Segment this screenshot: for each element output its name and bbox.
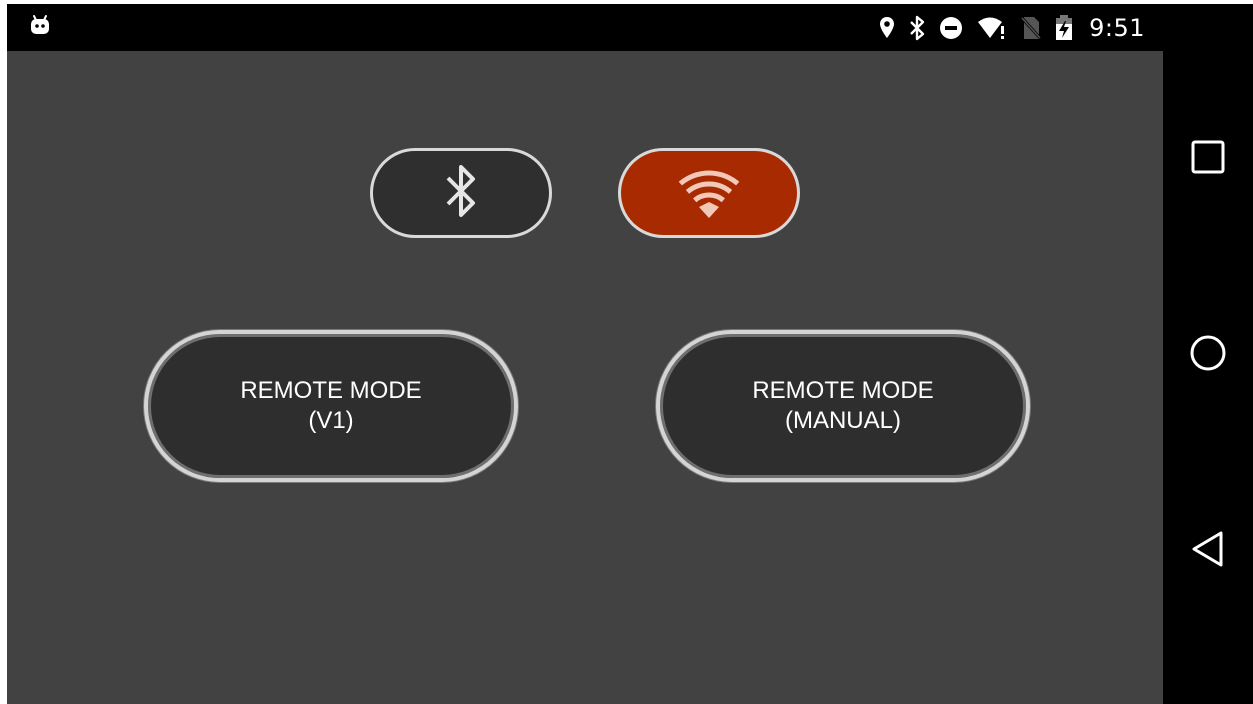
remote-mode-manual-line1: REMOTE MODE [752,377,934,404]
recents-square-icon [1191,140,1225,179]
home-circle-icon [1189,334,1227,377]
device-screen: 9:51 REMOTE MODE (V1) REMOTE MODE (MANUA… [7,4,1253,704]
clock: 9:51 [1089,13,1145,42]
remote-mode-v1-line2: (V1) [308,407,354,434]
location-icon [879,16,895,40]
android-robot-icon [29,14,51,41]
main-content: REMOTE MODE (V1) REMOTE MODE (MANUAL) [7,51,1163,704]
remote-mode-manual-line2: (MANUAL) [784,407,901,434]
do-not-disturb-icon [939,16,963,40]
battery-charging-icon [1055,14,1073,41]
navigation-bar [1163,4,1253,704]
home-button[interactable] [1163,315,1253,395]
remote-mode-v1-line1: REMOTE MODE [240,377,422,404]
back-triangle-icon [1191,530,1225,573]
back-button[interactable] [1163,511,1253,591]
remote-mode-v1-button[interactable]: REMOTE MODE (V1) [144,330,518,482]
bluetooth-icon [444,163,478,224]
wifi-toggle-button[interactable] [618,148,800,238]
status-bar: 9:51 [7,4,1163,51]
wifi-icon [669,161,749,226]
no-sim-icon [1021,16,1042,40]
bluetooth-status-icon [909,15,925,41]
status-icons: 9:51 [879,4,1145,51]
wifi-alert-icon [977,16,1007,40]
remote-mode-manual-button[interactable]: REMOTE MODE (MANUAL) [656,330,1030,482]
recents-button[interactable] [1163,119,1253,199]
bluetooth-toggle-button[interactable] [370,148,552,238]
